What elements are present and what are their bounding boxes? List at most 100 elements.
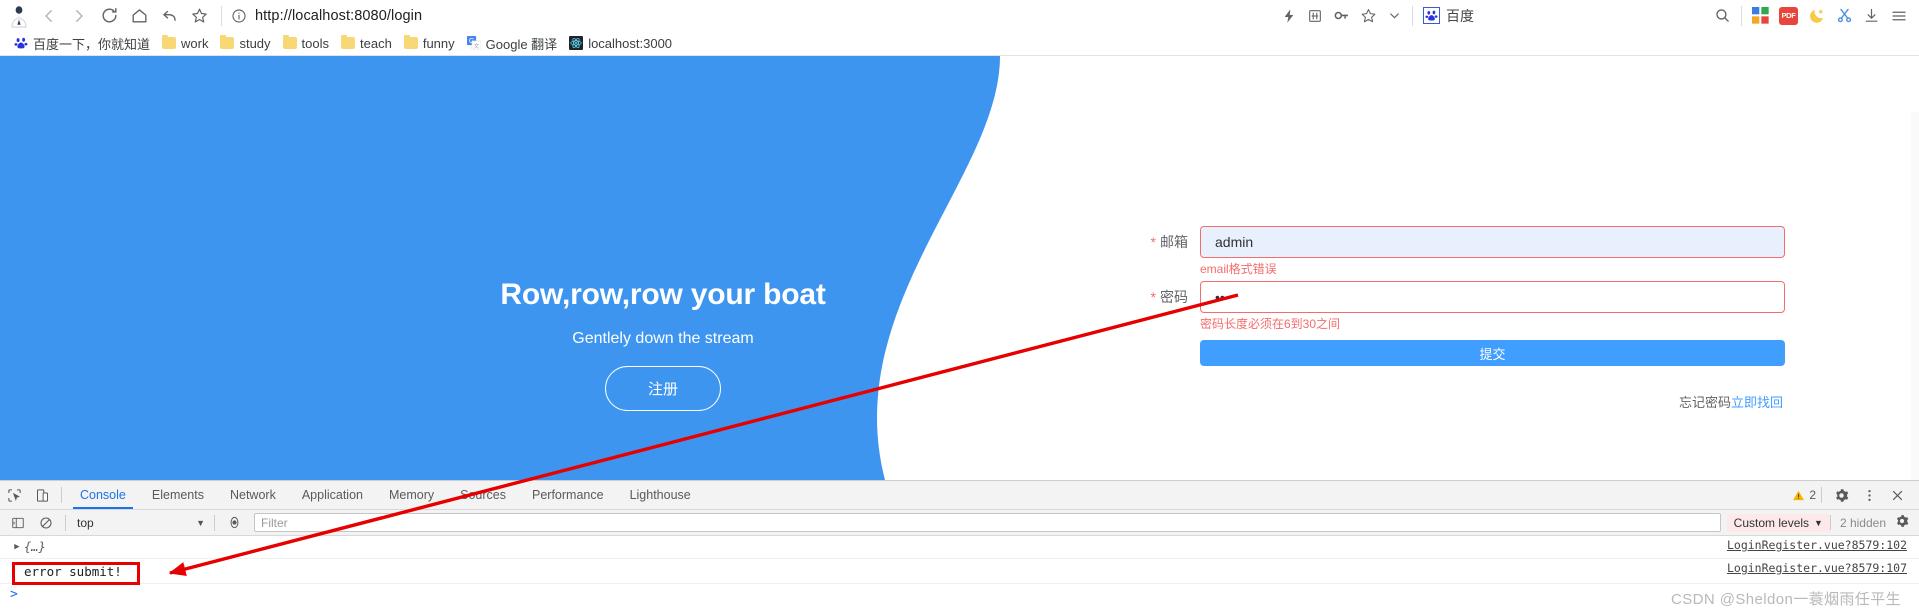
react-icon	[569, 36, 584, 50]
home-button[interactable]	[124, 2, 154, 30]
chevron-down-icon: ▼	[196, 517, 205, 528]
menu-icon[interactable]	[1890, 7, 1908, 25]
bookmark-item-funny[interactable]: funny	[398, 34, 461, 53]
settings-gear-icon[interactable]	[1895, 514, 1909, 531]
console-row-log[interactable]: error submit! LoginRegister.vue?8579:107	[0, 559, 1919, 584]
forward-button[interactable]	[64, 2, 94, 30]
back-button[interactable]	[34, 2, 64, 30]
log-levels-dropdown[interactable]: Custom levels ▼	[1726, 513, 1830, 532]
clear-console-icon[interactable]	[32, 509, 60, 536]
reload-button[interactable]	[94, 2, 124, 30]
bookmark-label: localhost:3000	[588, 35, 673, 51]
bookmark-item-tools[interactable]: tools	[277, 34, 335, 53]
search-engine-chip[interactable]: 百度	[1423, 6, 1474, 26]
email-label: * 邮箱	[1125, 226, 1200, 258]
moon-theme-icon[interactable]	[1808, 7, 1826, 25]
password-input[interactable]	[1200, 281, 1785, 313]
execution-context-select[interactable]: top ▼	[71, 514, 209, 532]
tab-performance[interactable]: Performance	[519, 482, 617, 509]
forgot-password-row: 忘记密码立即找回	[1125, 392, 1785, 411]
tab-elements[interactable]: Elements	[139, 482, 217, 509]
chevron-down-icon[interactable]	[1387, 8, 1402, 23]
console-filter-input[interactable]	[254, 513, 1721, 532]
site-info-icon[interactable]	[231, 8, 247, 24]
bookmark-item-work[interactable]: work	[156, 34, 214, 53]
screenshot-root: http://localhost:8080/login 百度 PDF 百度一下，…	[0, 0, 1919, 611]
bookmark-item-teach[interactable]: teach	[335, 34, 398, 53]
required-mark: *	[1150, 289, 1156, 305]
tab-lighthouse[interactable]: Lighthouse	[617, 482, 704, 509]
devtools-panel: Console Elements Network Application Mem…	[0, 480, 1919, 611]
tab-sources[interactable]: Sources	[447, 482, 519, 509]
address-bar[interactable]: http://localhost:8080/login	[231, 3, 1276, 29]
tab-memory[interactable]: Memory	[376, 482, 447, 509]
tab-application[interactable]: Application	[289, 482, 376, 509]
submit-spacer	[1125, 340, 1200, 366]
console-source-link[interactable]: LoginRegister.vue?8579:102	[1727, 538, 1907, 552]
toolbar-right-actions: 百度 PDF	[1276, 5, 1919, 26]
chevron-down-icon: ▼	[1814, 517, 1823, 528]
bookmark-item-baidu[interactable]: 百度一下，你就知道	[8, 32, 156, 55]
page-scrollbar[interactable]	[1911, 112, 1919, 480]
bookmark-item-localhost-3000[interactable]: localhost:3000	[563, 34, 678, 53]
bookmark-label: 百度一下，你就知道	[33, 36, 151, 52]
warning-badge[interactable]: 2	[1792, 488, 1816, 502]
bookmark-label: study	[239, 35, 271, 51]
bookmark-label: teach	[360, 35, 392, 51]
email-input[interactable]	[1200, 226, 1785, 258]
devtools-tabbar: Console Elements Network Application Mem…	[0, 481, 1919, 510]
url-text: http://localhost:8080/login	[255, 7, 423, 24]
search-icon[interactable]	[1714, 7, 1731, 24]
console-prompt[interactable]: >	[0, 584, 1919, 604]
bookmark-star-button[interactable]	[184, 2, 214, 30]
login-form: *邮箱 email格式错误 *密码 密码长度必须在6到30之间 提交	[1125, 226, 1785, 411]
bookmark-item-study[interactable]: study	[214, 34, 276, 53]
device-toolbar-icon[interactable]	[28, 482, 56, 509]
prompt-caret-icon: >	[10, 586, 18, 602]
console-row-object[interactable]: ▶ {…} LoginRegister.vue?8579:102	[0, 536, 1919, 559]
google-translate-icon: G 文	[466, 36, 481, 51]
email-form-row: *邮箱 email格式错误	[1125, 226, 1785, 278]
lightning-icon[interactable]	[1281, 8, 1297, 24]
downloads-icon[interactable]	[1863, 7, 1880, 24]
required-mark: *	[1150, 234, 1156, 250]
bookmark-item-google-translate[interactable]: G 文 Google 翻译	[461, 32, 564, 55]
history-back-icon[interactable]	[154, 2, 184, 30]
register-button[interactable]: 注册	[604, 366, 721, 411]
tab-network[interactable]: Network	[217, 482, 289, 509]
star-outline-icon[interactable]	[1360, 7, 1377, 24]
submit-button[interactable]: 提交	[1200, 340, 1785, 366]
search-engine-label: 百度	[1446, 7, 1474, 24]
close-devtools-icon[interactable]	[1883, 482, 1911, 509]
warning-count: 2	[1809, 488, 1816, 502]
password-field-wrap: 密码长度必须在6到30之间	[1200, 281, 1785, 333]
more-options-icon[interactable]	[1855, 482, 1883, 509]
colorful-grid-extension-icon[interactable]	[1752, 7, 1769, 24]
console-sidebar-toggle-icon[interactable]	[4, 509, 32, 536]
bookmark-label: Google 翻译	[485, 36, 558, 52]
password-error-message: 密码长度必须在6到30之间	[1200, 317, 1341, 331]
avatar[interactable]	[4, 2, 34, 30]
hero-background-shape	[0, 56, 1000, 480]
disclosure-triangle-icon[interactable]: ▶	[10, 542, 24, 552]
inspect-element-icon[interactable]	[0, 482, 28, 509]
hidden-count-label: 2 hidden	[1839, 515, 1886, 530]
submit-row: 提交	[1125, 340, 1785, 366]
forgot-password-text: 忘记密码	[1678, 395, 1731, 410]
devtools-divider-2	[1821, 487, 1822, 503]
settings-gear-icon[interactable]	[1827, 482, 1855, 509]
forgot-password-link[interactable]: 立即找回	[1731, 395, 1783, 410]
console-source-link[interactable]: LoginRegister.vue?8579:107	[1727, 561, 1907, 575]
console-output: ▶ {…} LoginRegister.vue?8579:102 error s…	[0, 536, 1919, 604]
scissors-extension-icon[interactable]	[1836, 7, 1853, 24]
grid-apps-icon[interactable]	[1307, 8, 1323, 24]
filterbar-divider-3	[1829, 515, 1831, 530]
tab-console[interactable]: Console	[67, 482, 139, 509]
pdf-extension-icon[interactable]: PDF	[1779, 6, 1798, 25]
password-label: * 密码	[1125, 281, 1200, 313]
email-label-text: 邮箱	[1160, 234, 1188, 250]
baidu-paw-icon	[14, 36, 28, 50]
page-viewport: Row,row,row your boat Gentlely down the …	[0, 56, 1919, 480]
key-icon[interactable]	[1333, 7, 1350, 24]
eye-icon[interactable]	[220, 509, 248, 536]
